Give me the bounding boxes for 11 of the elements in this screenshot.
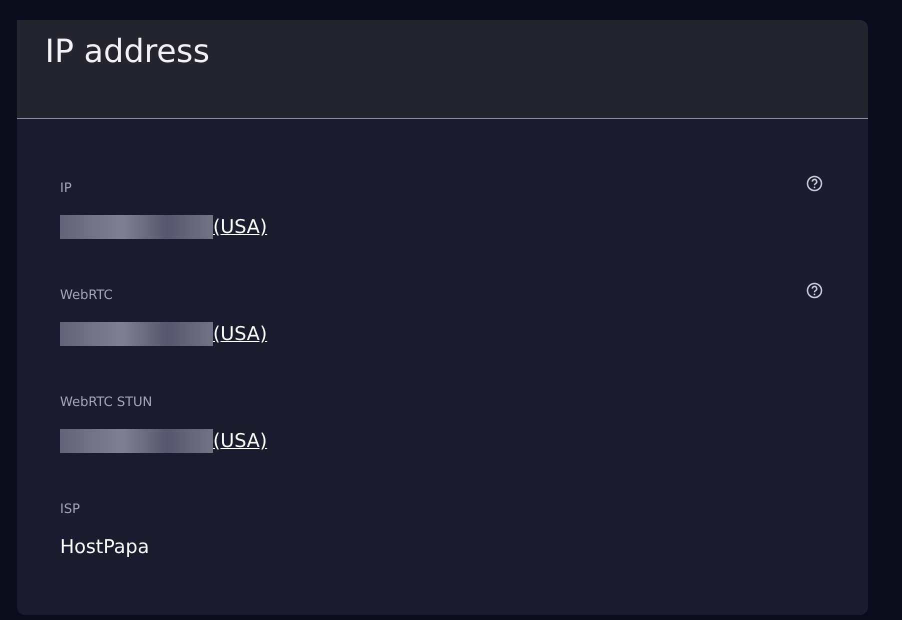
field-label: IP bbox=[60, 181, 72, 196]
help-icon[interactable] bbox=[806, 282, 823, 299]
field-value: HostPapa bbox=[60, 536, 150, 558]
ip-link[interactable]: (USA) bbox=[213, 430, 268, 452]
card-title: IP address bbox=[45, 32, 210, 70]
help-icon[interactable] bbox=[806, 175, 823, 192]
ip-link[interactable]: (USA) bbox=[213, 323, 268, 345]
field-label: WebRTC STUN bbox=[60, 395, 152, 410]
ip-link[interactable]: (USA) bbox=[213, 216, 268, 238]
field-label: WebRTC bbox=[60, 288, 113, 303]
field-label: ISP bbox=[60, 502, 80, 517]
